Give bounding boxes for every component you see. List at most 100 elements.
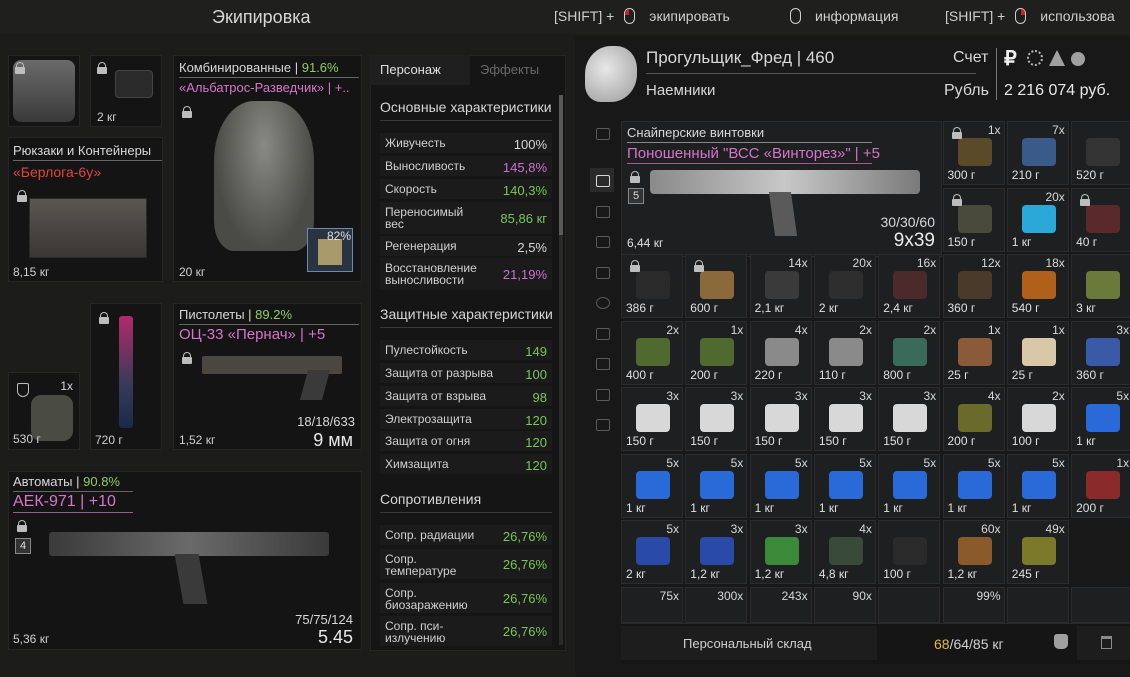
pistol-slot[interactable]: Пистолеты | 89.2% ОЦ-33 «Пернач» | +5 18… bbox=[173, 303, 362, 450]
divider bbox=[380, 327, 552, 328]
compass-icon[interactable] bbox=[1071, 52, 1085, 66]
inventory-cell[interactable]: 100 г bbox=[878, 520, 941, 584]
inventory-cell[interactable]: 520 г bbox=[1071, 121, 1130, 185]
inventory-cell[interactable]: 5x 1 кг bbox=[942, 453, 1005, 518]
inventory-cell[interactable]: 1x 200 г bbox=[1071, 453, 1130, 518]
inventory-cell[interactable]: 5x 1 кг bbox=[1006, 453, 1069, 518]
artifact-slot[interactable]: 1x 530 г bbox=[8, 372, 80, 450]
item-count: 5x bbox=[666, 455, 679, 470]
slot-title: Автоматы | 90.8% bbox=[13, 474, 120, 489]
inventory-cell[interactable]: 18x 540 г bbox=[1006, 254, 1069, 318]
filter-weapon-icon[interactable] bbox=[596, 236, 610, 248]
inventory-cell[interactable]: 2x 800 г bbox=[878, 320, 941, 385]
filter-ammo-icon[interactable] bbox=[596, 267, 610, 279]
inventory-cell[interactable]: 20x 2 кг bbox=[813, 254, 876, 318]
inventory-cell[interactable]: 3x 150 г bbox=[813, 387, 876, 451]
inventory-cell[interactable]: 5x 1 кг bbox=[813, 453, 876, 518]
inventory-cell-partial[interactable]: 300x bbox=[685, 586, 748, 623]
item-icon bbox=[636, 404, 670, 432]
armor-slot[interactable]: Комбинированные | 91.6% «Альбатрос-Разве… bbox=[173, 55, 362, 282]
inventory-cell-partial[interactable]: 99% bbox=[942, 586, 1005, 623]
inventory-cell-partial[interactable] bbox=[1006, 586, 1069, 623]
stat-label: Защита от взрыва bbox=[385, 389, 487, 403]
filter-bars-icon[interactable] bbox=[596, 358, 610, 370]
inventory-cell[interactable]: 4x 4,8 кг bbox=[813, 520, 876, 584]
backpack-slot[interactable]: Рюкзаки и Контейнеры «Берлога-6у» 8,15 к… bbox=[8, 137, 163, 282]
stash-button[interactable]: Персональный склад bbox=[621, 626, 877, 660]
filter-camera-icon[interactable] bbox=[596, 328, 610, 340]
filter-artifact-icon[interactable] bbox=[596, 297, 610, 309]
filter-tools-icon[interactable] bbox=[596, 389, 610, 401]
inventory-cell[interactable]: 386 г bbox=[621, 254, 683, 318]
inventory-cell[interactable]: 3x 360 г bbox=[1071, 320, 1130, 385]
inventory-cell[interactable]: 5x 2 кг bbox=[621, 520, 683, 584]
inventory-cell[interactable]: 40 г bbox=[1071, 187, 1130, 252]
hint-label: информация bbox=[815, 8, 899, 24]
inventory-cell[interactable]: 20x 1 кг bbox=[1006, 187, 1069, 252]
inventory-cell[interactable]: 4x 220 г bbox=[749, 320, 812, 385]
inventory-cell[interactable]: 3x 150 г bbox=[621, 387, 683, 451]
inventory-cell-partial[interactable] bbox=[1071, 586, 1130, 623]
hint-prefix: [SHIFT] + bbox=[945, 8, 1006, 24]
inventory-cell[interactable]: 5x 1 кг bbox=[685, 453, 748, 518]
inventory-cell-partial[interactable]: 75x bbox=[621, 586, 683, 623]
item-weight: 150 г bbox=[690, 434, 719, 448]
inventory-cell[interactable]: 3x 150 г bbox=[878, 387, 941, 451]
item-weight: 300 г bbox=[947, 168, 976, 182]
lock-icon bbox=[15, 62, 25, 74]
tab-effects[interactable]: Эффекты bbox=[470, 55, 566, 85]
item-weight: 360 г bbox=[947, 301, 976, 315]
inventory-cell[interactable]: 4x 200 г bbox=[942, 387, 1005, 451]
item-weight: 110 г bbox=[818, 367, 846, 382]
filter-box-icon[interactable] bbox=[596, 419, 610, 431]
item-weight: 1,52 кг bbox=[179, 433, 216, 447]
mask-slot[interactable] bbox=[8, 55, 80, 127]
item-count: 75x bbox=[659, 588, 679, 603]
stat-row: Защита от разрыва 100 bbox=[380, 363, 552, 383]
inventory-cell[interactable]: 3x 1,2 кг bbox=[749, 520, 812, 584]
featured-item[interactable]: Снайперские винтовки Поношенный "ВСС «Ви… bbox=[621, 121, 942, 257]
item-count: 5x bbox=[1116, 389, 1130, 403]
gear-icon[interactable] bbox=[1027, 50, 1043, 66]
tab-character[interactable]: Персонаж bbox=[370, 55, 470, 85]
inventory-cell[interactable]: 2x 100 г bbox=[1006, 387, 1069, 451]
inventory-cell[interactable]: 1x 25 г bbox=[942, 320, 1005, 385]
inventory-cell[interactable]: 16x 2,4 кг bbox=[878, 254, 941, 318]
inventory-cell[interactable]: 1x 200 г bbox=[685, 320, 748, 385]
scroll-thumb[interactable] bbox=[559, 95, 563, 235]
inventory-cell[interactable]: 3x 1,2 кг bbox=[685, 520, 748, 584]
inventory-cell[interactable]: 3x 150 г bbox=[685, 387, 748, 451]
inventory-cell[interactable]: 5x 1 кг bbox=[749, 453, 812, 518]
trash-button[interactable] bbox=[1077, 626, 1130, 660]
inventory-cell[interactable]: 14x 2,1 кг bbox=[749, 254, 812, 318]
inventory-cell-partial[interactable]: 243x bbox=[749, 586, 812, 623]
inventory-cell-partial[interactable]: 90x bbox=[813, 586, 876, 623]
inventory-cell[interactable]: 2x 110 г bbox=[813, 320, 876, 385]
inventory-cell[interactable]: 5x 1 кг bbox=[878, 453, 941, 518]
filter-all-icon[interactable] bbox=[596, 128, 610, 140]
inventory-cell[interactable]: 7x 210 г bbox=[1006, 121, 1069, 185]
inventory-cell[interactable]: 2x 400 г bbox=[621, 320, 683, 385]
stats-scrollbar[interactable] bbox=[559, 95, 563, 645]
inventory-cell[interactable]: 3 кг bbox=[1071, 254, 1130, 318]
inventory-cell[interactable]: 150 г bbox=[942, 187, 1005, 252]
inventory-cell[interactable]: 49x 245 г bbox=[1006, 520, 1069, 584]
stat-value: 98 bbox=[532, 390, 547, 405]
filter-grid-icon[interactable] bbox=[596, 175, 610, 187]
knife-icon bbox=[119, 316, 133, 428]
stat-label: Скорость bbox=[385, 182, 437, 196]
inventory-cell[interactable]: 60x 1,2 кг bbox=[942, 520, 1005, 584]
inventory-cell[interactable]: 5x 1 кг bbox=[1071, 387, 1130, 451]
inventory-cell[interactable]: 600 г bbox=[685, 254, 748, 318]
inventory-cell[interactable]: 12x 360 г bbox=[942, 254, 1005, 318]
knife-slot[interactable]: 720 г bbox=[90, 303, 162, 450]
inventory-cell[interactable]: 1x 300 г bbox=[942, 121, 1005, 185]
filter-link-icon[interactable] bbox=[596, 206, 610, 218]
inventory-cell[interactable]: 1x 25 г bbox=[1006, 320, 1069, 385]
rifle-slot[interactable]: Автоматы | 90.8% АЕК-971 | +10 4 75/75/1… bbox=[8, 471, 362, 650]
inventory-cell[interactable]: 5x 1 кг bbox=[621, 453, 683, 518]
nvd-slot[interactable]: 2 кг bbox=[90, 55, 162, 127]
inventory-cell[interactable]: 3x 150 г bbox=[749, 387, 812, 451]
item-weight: 3 кг bbox=[1076, 301, 1096, 315]
inventory-cell-partial[interactable] bbox=[878, 586, 941, 623]
